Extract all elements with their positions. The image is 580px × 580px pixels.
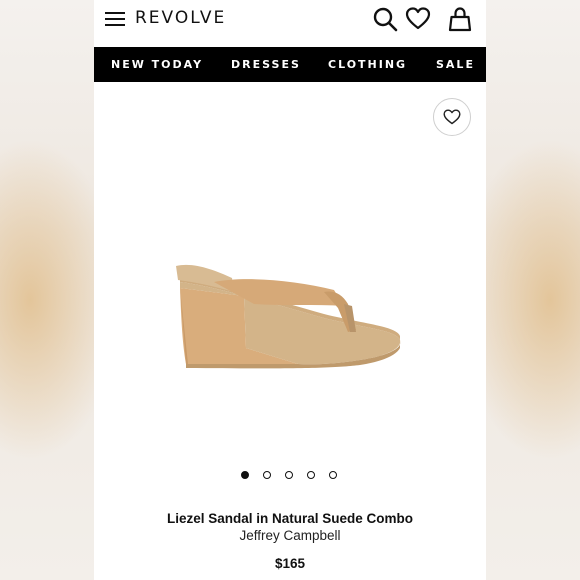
image-dot-3[interactable] xyxy=(285,471,293,479)
bag-icon[interactable] xyxy=(447,6,473,32)
heart-outline-icon xyxy=(443,109,461,125)
product-brand[interactable]: Jeffrey Campbell xyxy=(94,528,486,543)
logo[interactable]: REVOLVE xyxy=(135,8,226,28)
category-nav: NEW TODAY DRESSES CLOTHING SALE xyxy=(94,47,486,82)
image-dot-5[interactable] xyxy=(329,471,337,479)
menu-icon[interactable] xyxy=(105,12,125,28)
product-price: $165 xyxy=(274,556,306,571)
product-title: Liezel Sandal in Natural Suede Combo xyxy=(166,511,414,526)
nav-item-clothing[interactable]: CLOTHING xyxy=(328,58,407,71)
image-dot-2[interactable] xyxy=(263,471,271,479)
app-screen: REVOLVE NEW TODAY DRESSES CLOTHING SALE xyxy=(94,0,486,580)
nav-item-sale[interactable]: SALE xyxy=(436,58,475,71)
image-pagination xyxy=(94,470,486,482)
heart-icon[interactable] xyxy=(405,6,431,32)
image-dot-4[interactable] xyxy=(307,471,315,479)
image-dot-1[interactable] xyxy=(241,471,249,479)
wishlist-button[interactable] xyxy=(433,98,471,136)
top-bar: REVOLVE xyxy=(94,0,486,46)
search-icon[interactable] xyxy=(372,6,398,32)
nav-item-dresses[interactable]: DRESSES xyxy=(231,58,301,71)
nav-item-new-today[interactable]: NEW TODAY xyxy=(111,58,203,71)
product-image-wedge-sandal xyxy=(176,264,401,369)
product-image-gallery[interactable] xyxy=(94,82,486,462)
